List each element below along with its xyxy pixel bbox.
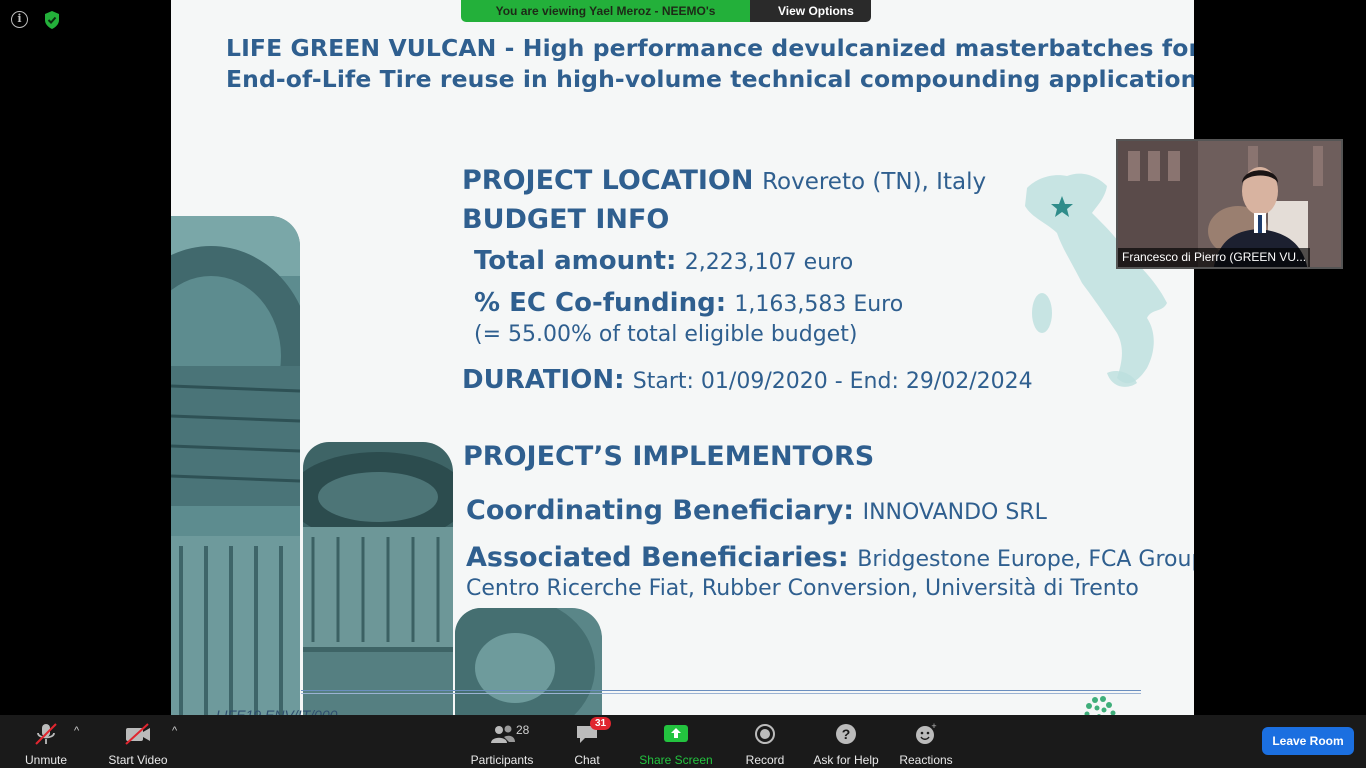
shared-screen-view: i LIFE GREEN VULCAN - High performance d…: [0, 0, 1366, 715]
project-location-row: PROJECT LOCATION Rovereto (TN), Italy: [462, 165, 986, 196]
start-video-label: Start Video: [108, 753, 168, 767]
coordinating-row: Coordinating Beneficiary: INNOVANDO SRL: [466, 495, 1047, 526]
reactions-button[interactable]: + Reactions: [896, 715, 956, 768]
start-video-button[interactable]: Start Video: [106, 715, 170, 768]
video-options-caret-icon[interactable]: ^: [172, 725, 177, 737]
participants-icon: [491, 725, 515, 743]
tire-image-3: [455, 608, 602, 715]
reactions-label: Reactions: [899, 753, 953, 767]
leave-room-button[interactable]: Leave Room: [1262, 727, 1354, 755]
ask-for-help-label: Ask for Help: [813, 753, 879, 767]
duration-row: DURATION: Start: 01/09/2020 - End: 29/02…: [462, 365, 1033, 395]
meeting-toolbar: Unmute ^ Start Video ^ Participants 28 C…: [0, 715, 1366, 768]
participants-count: 28: [516, 723, 530, 737]
record-button[interactable]: Record: [742, 715, 788, 768]
help-question-icon: ?: [836, 724, 856, 744]
meeting-info-icon[interactable]: i: [11, 11, 28, 28]
total-amount-label: Total amount:: [474, 246, 677, 276]
footer-divider: [301, 690, 1141, 691]
associated-row: Associated Beneficiaries: Bridgestone Eu…: [466, 542, 1194, 573]
coordinating-label: Coordinating Beneficiary:: [466, 495, 854, 526]
slide-footer-text: LIFE19 ENV/IT/000...: [216, 707, 350, 715]
view-options-button[interactable]: View Options ⌄: [750, 0, 871, 22]
ec-cofunding-value: 1,163,583 Euro: [734, 292, 904, 317]
microphone-muted-icon: [35, 723, 57, 745]
tire-image-2: [303, 442, 453, 715]
participants-label: Participants: [470, 753, 534, 767]
ec-cofunding-label: % EC Co-funding:: [474, 288, 727, 318]
smiley-reaction-icon: +: [916, 723, 937, 744]
audio-options-caret-icon[interactable]: ^: [74, 725, 79, 737]
life-logo-icon: [1084, 696, 1116, 715]
total-amount-row: Total amount: 2,223,107 euro: [474, 246, 853, 276]
record-label: Record: [745, 753, 785, 767]
svg-text:+: +: [931, 723, 936, 731]
slide-title-line-2: End-of-Life Tire reuse in high-volume te…: [226, 65, 1194, 93]
coordinating-value: INNOVANDO SRL: [862, 500, 1047, 525]
total-amount-value: 2,223,107 euro: [684, 250, 854, 275]
ec-cofunding-note: (= 55.00% of total eligible budget): [474, 322, 858, 347]
speaker-video-thumbnail[interactable]: Francesco di Pierro (GREEN VU...: [1116, 139, 1343, 269]
duration-value: Start: 01/09/2020 - End: 29/02/2024: [632, 369, 1033, 394]
share-screen-icon: [664, 725, 688, 742]
associated-label: Associated Beneficiaries:: [466, 542, 849, 573]
project-location-label: PROJECT LOCATION: [462, 165, 754, 196]
footer-divider-2: [301, 693, 1141, 694]
speaker-name-label: Francesco di Pierro (GREEN VU...: [1118, 248, 1311, 267]
unmute-button[interactable]: Unmute: [20, 715, 72, 768]
slide-title-line-1: LIFE GREEN VULCAN - High performance dev…: [226, 34, 1194, 62]
encryption-shield-icon[interactable]: [43, 10, 61, 30]
tire-image-1: [171, 216, 300, 715]
viewing-banner: You are viewing Yael Meroz - NEEMO's scr…: [461, 0, 871, 22]
unmute-label: Unmute: [24, 753, 68, 767]
ask-for-help-button[interactable]: ? Ask for Help: [810, 715, 882, 768]
share-screen-button[interactable]: Share Screen: [638, 715, 714, 768]
project-location-value: Rovereto (TN), Italy: [762, 169, 987, 195]
share-screen-label: Share Screen: [639, 753, 713, 767]
associated-value-line-1: Bridgestone Europe, FCA Group: [857, 547, 1194, 572]
view-options-label: View Options: [778, 4, 854, 18]
slide-title: LIFE GREEN VULCAN - High performance dev…: [226, 33, 1194, 95]
associated-value-line-2: Centro Ricerche Fiat, Rubber Conversion,…: [466, 576, 1139, 601]
chat-unread-badge: 31: [590, 717, 612, 730]
chat-label: Chat: [574, 753, 600, 767]
video-camera-off-icon: [125, 723, 150, 745]
viewing-screen-label: You are viewing Yael Meroz - NEEMO's scr…: [461, 0, 750, 22]
duration-label: DURATION:: [462, 365, 625, 395]
implementors-heading: PROJECT’S IMPLEMENTORS: [463, 441, 875, 472]
ec-cofunding-row: % EC Co-funding: 1,163,583 Euro: [474, 288, 903, 318]
svg-text:?: ?: [842, 726, 851, 742]
record-icon: [755, 724, 775, 744]
presentation-slide: LIFE GREEN VULCAN - High performance dev…: [171, 0, 1194, 715]
budget-info-heading: BUDGET INFO: [462, 204, 670, 235]
